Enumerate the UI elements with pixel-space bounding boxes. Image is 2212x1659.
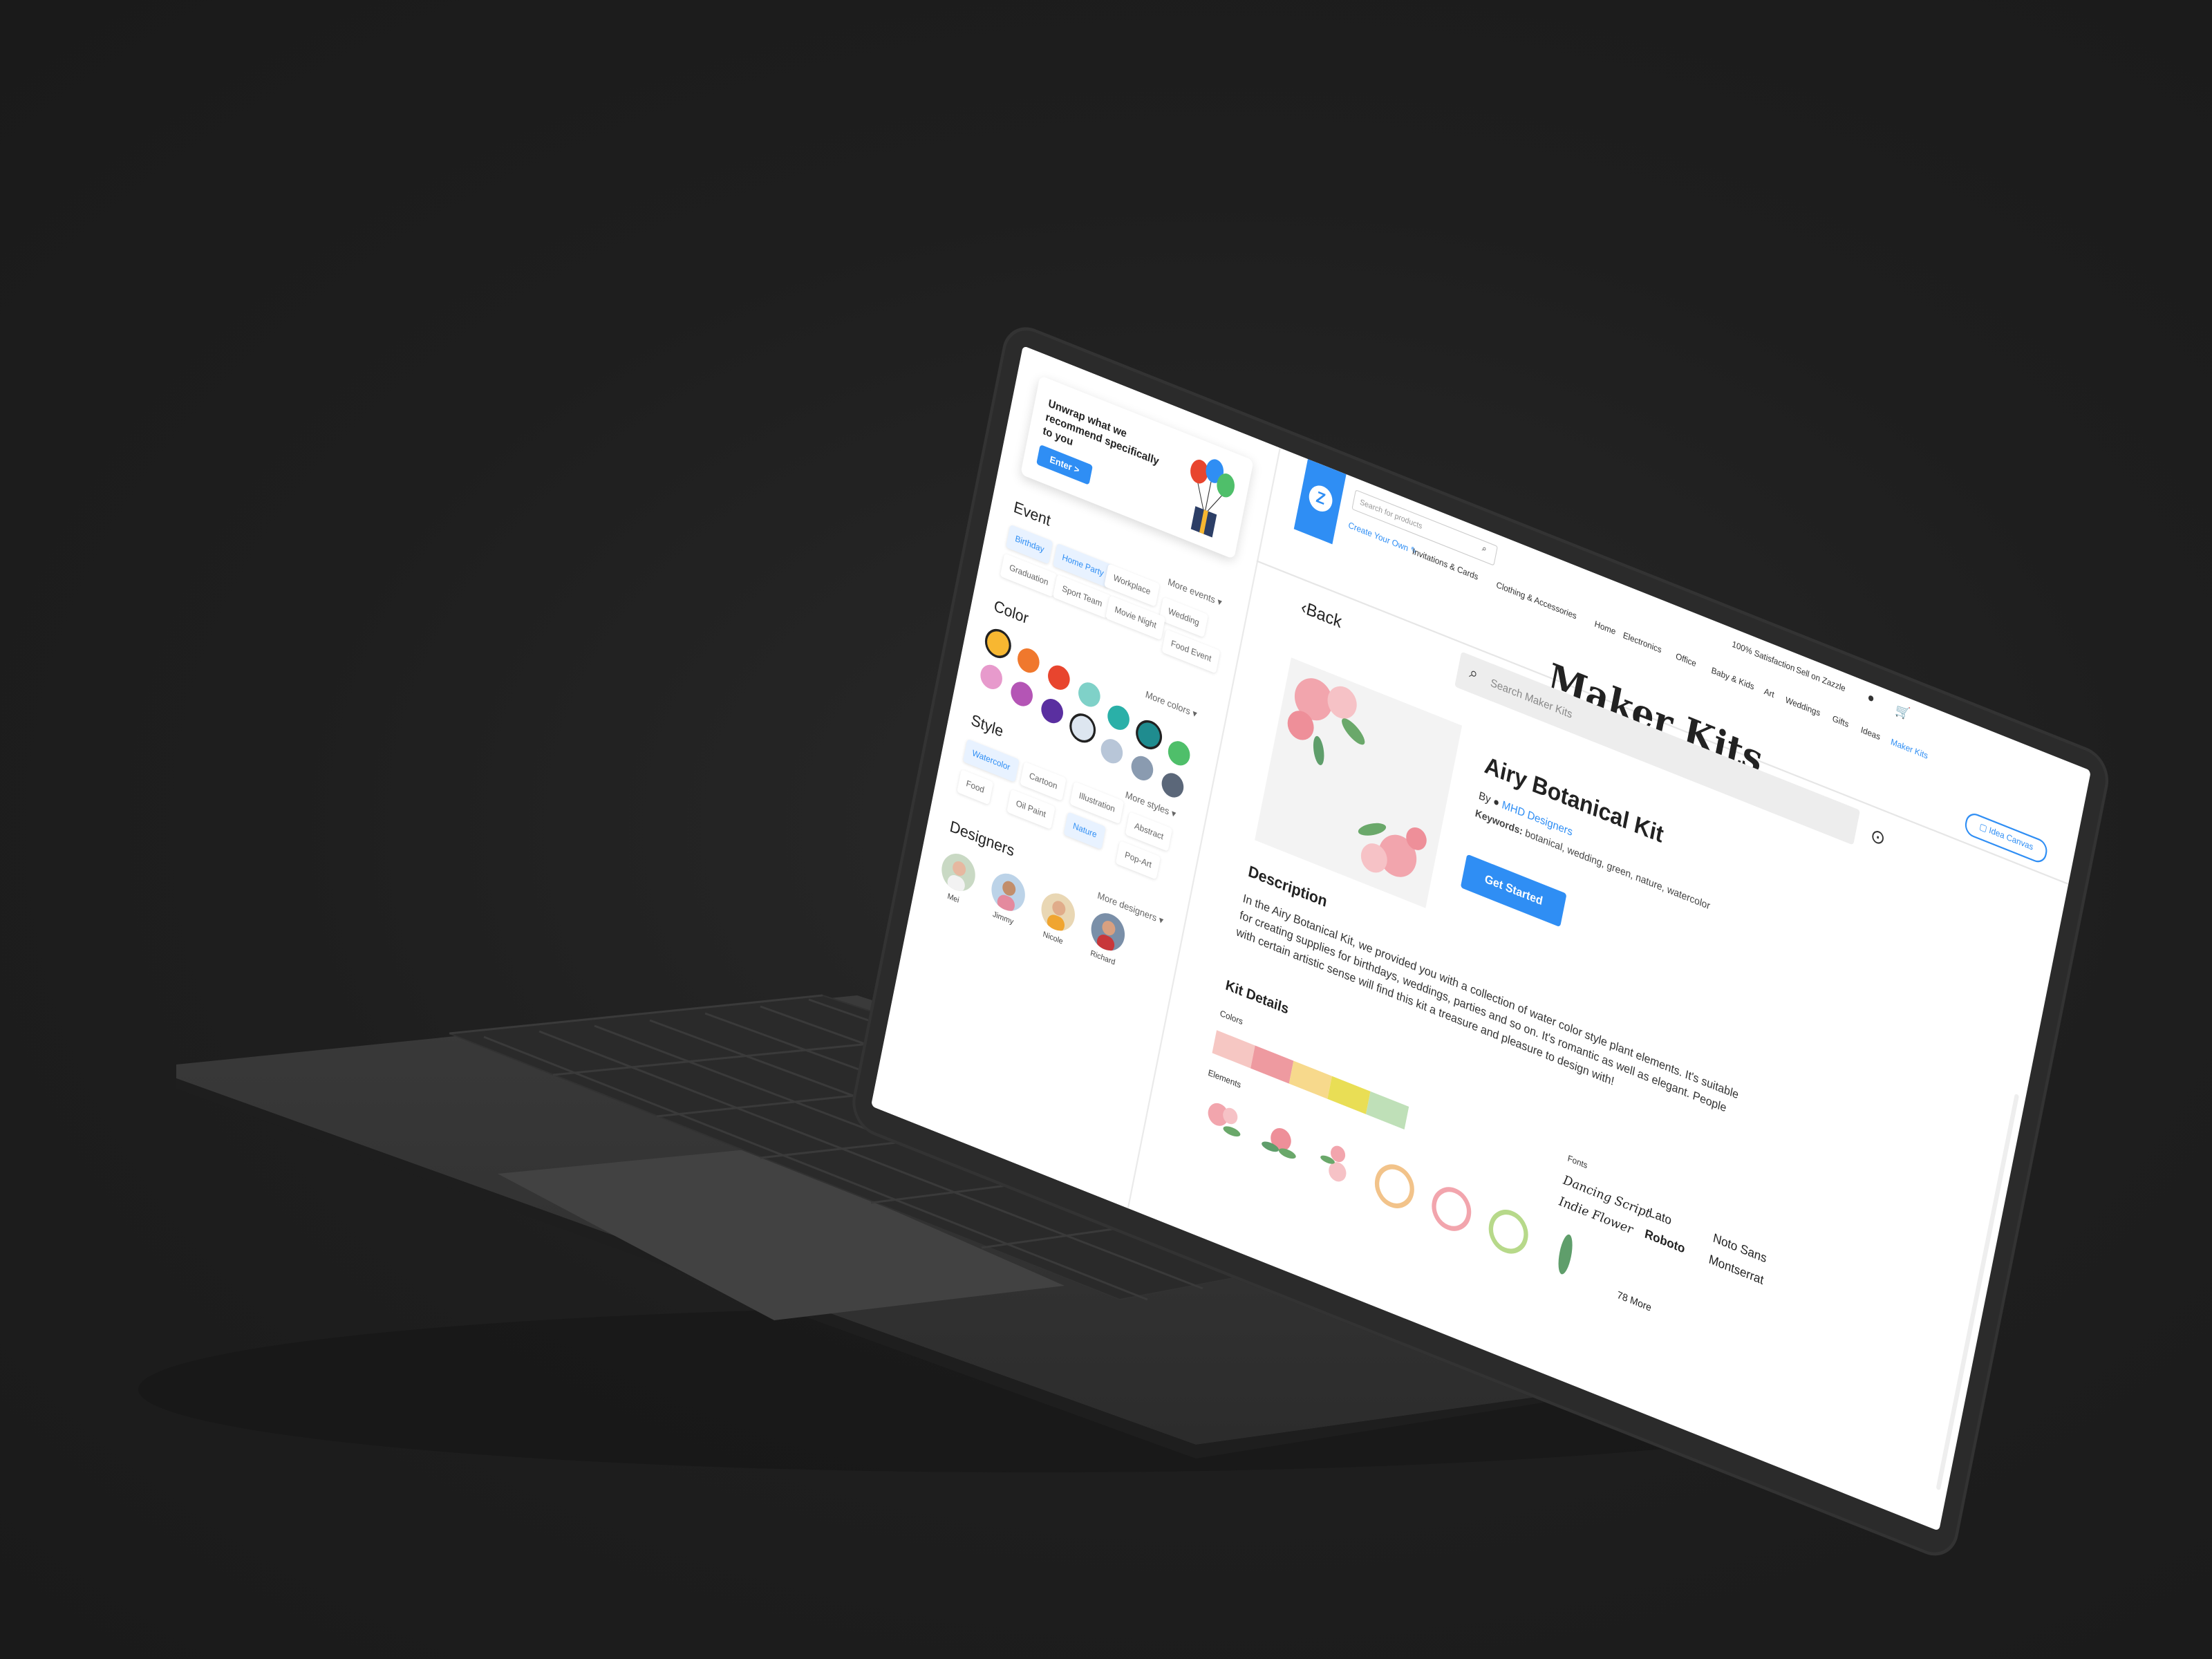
kit-search-input[interactable]: Search Maker Kits [1454, 651, 1861, 845]
back-link[interactable]: ‹Back [1300, 597, 1344, 632]
colors-label: Colors [1219, 1009, 1244, 1027]
nav-baby-kids[interactable]: Baby & Kids [1710, 666, 1754, 692]
element-thumb[interactable] [1253, 1107, 1309, 1174]
palette-color [1212, 1030, 1255, 1069]
color-swatch[interactable] [1165, 738, 1192, 769]
camera-icon[interactable]: ⊙ [1868, 823, 1887, 851]
palette-color [1288, 1060, 1332, 1099]
font-lato: Lato [1647, 1206, 1673, 1228]
get-started-button[interactable]: Get Started [1460, 854, 1567, 928]
chat-icon: ▢ [1978, 822, 1988, 834]
back-label: Back [1304, 599, 1344, 632]
designer-avatar-nicole[interactable] [1038, 888, 1078, 937]
nav-art[interactable]: Art [1763, 687, 1775, 700]
color-swatch[interactable] [985, 628, 1011, 659]
nav-electronics[interactable]: Electronics [1622, 631, 1662, 655]
element-thumb[interactable] [1367, 1153, 1422, 1220]
palette-color [1250, 1045, 1294, 1084]
designer-avatar-jimmy[interactable] [988, 868, 1029, 917]
kit-preview-image [1255, 657, 1463, 908]
chip-movie-night[interactable]: Movie Night [1105, 595, 1166, 641]
idea-canvas-label: Idea Canvas [1988, 825, 2034, 853]
designer-avatar-mei[interactable] [938, 848, 979, 897]
designer-name-mei: Mei [946, 892, 960, 906]
chip-nature[interactable]: Nature [1063, 812, 1106, 850]
logo-z-icon: Z [1306, 482, 1335, 516]
color-swatch[interactable] [978, 661, 1004, 693]
color-swatch[interactable] [1015, 644, 1042, 677]
more-colors-label: More colors [1144, 688, 1192, 718]
kit-details-title: Kit Details [1224, 977, 1291, 1018]
color-swatch[interactable] [1136, 719, 1162, 751]
chip-food[interactable]: Food [957, 769, 994, 805]
color-swatch[interactable] [1009, 678, 1035, 710]
color-title: Color [992, 597, 1030, 628]
font-roboto: Roboto [1643, 1227, 1687, 1257]
palette-color [1327, 1076, 1371, 1114]
designer-avatar-richard[interactable] [1088, 908, 1128, 956]
element-thumb[interactable] [1481, 1199, 1536, 1266]
more-colors-link[interactable]: More colors ▾ [1145, 688, 1198, 720]
color-swatch[interactable] [1046, 662, 1072, 693]
nav-ideas[interactable]: Ideas [1860, 726, 1881, 742]
designer-name-nicole: Nicole [1042, 930, 1064, 947]
element-thumb[interactable] [1310, 1130, 1365, 1197]
element-thumb[interactable] [1196, 1085, 1251, 1152]
chip-food-event[interactable]: Food Event [1161, 629, 1221, 674]
color-swatch[interactable] [1159, 769, 1186, 801]
description-text: In the Airy Botanical Kit, we provided y… [1235, 892, 1740, 1116]
idea-canvas-button[interactable]: ▢ Idea Canvas [1963, 810, 2050, 866]
color-swatch[interactable] [1039, 695, 1065, 727]
color-swatch[interactable] [1069, 712, 1096, 744]
designer-name-jimmy: Jimmy [991, 910, 1015, 927]
color-swatch[interactable] [1076, 679, 1103, 711]
gift-balloons-icon [1190, 459, 1235, 538]
zazzle-logo[interactable]: Z [1293, 459, 1347, 545]
color-swatch[interactable] [1129, 752, 1156, 784]
nav-gifts[interactable]: Gifts [1832, 714, 1850, 729]
kit-by-label: By [1477, 788, 1492, 806]
color-swatch[interactable] [1098, 735, 1125, 767]
color-swatch[interactable] [1105, 702, 1132, 733]
chip-pop-art[interactable]: Pop-Art [1115, 841, 1161, 880]
nav-maker-kits[interactable]: Maker Kits [1890, 738, 1929, 762]
element-thumb[interactable] [1424, 1176, 1479, 1243]
nav-clothing[interactable]: Clothing & Accessories [1495, 581, 1577, 621]
account-avatar[interactable]: ● [1866, 691, 1876, 707]
fonts-label: Fonts [1566, 1154, 1588, 1171]
palette-color [1365, 1091, 1409, 1130]
cart-icon[interactable]: 🛒 [1894, 702, 1911, 722]
nav-weddings[interactable]: Weddings [1785, 695, 1821, 718]
designer-name-richard: Richard [1089, 948, 1116, 968]
event-title: Event [1012, 498, 1052, 530]
nav-home[interactable]: Home [1594, 619, 1617, 637]
element-thumb[interactable] [1538, 1221, 1593, 1288]
style-title: Style [969, 711, 1005, 741]
nav-office[interactable]: Office [1675, 652, 1697, 669]
more-elements-link[interactable]: 78 More [1616, 1288, 1652, 1313]
